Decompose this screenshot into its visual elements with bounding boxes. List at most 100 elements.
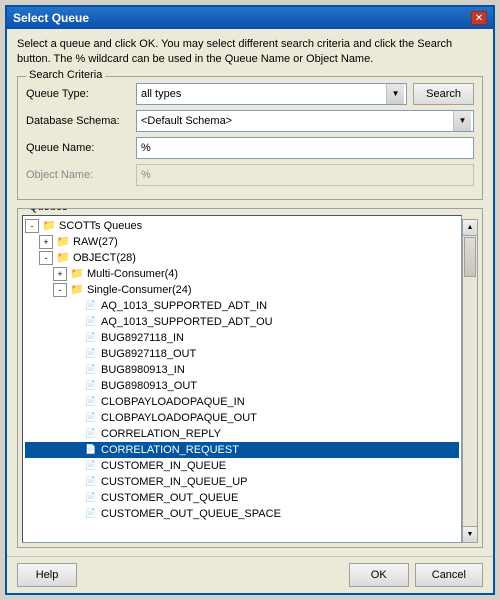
queue-name-row: Queue Name:: [26, 137, 474, 159]
tree-node[interactable]: -📁SCOTTs Queues: [25, 218, 459, 234]
object-name-label: Object Name:: [26, 169, 136, 181]
tree-node-label: CUSTOMER_IN_QUEUE: [101, 460, 226, 472]
tree-node[interactable]: +📁Multi-Consumer(4): [25, 266, 459, 282]
tree-expander-spacer: [67, 459, 81, 473]
tree-expander-spacer: [67, 299, 81, 313]
item-icon: 📄: [83, 444, 99, 456]
select-queue-dialog: Select Queue ✕ Select a queue and click …: [5, 5, 495, 595]
tree-node-label: Multi-Consumer(4): [87, 268, 178, 280]
footer-right-buttons: OK Cancel: [349, 563, 483, 587]
item-icon: 📄: [83, 428, 99, 440]
tree-expander-spacer: [67, 507, 81, 521]
tree-node-label: CLOBPAYLOADOPAQUE_IN: [101, 396, 245, 408]
tree-node[interactable]: 📄CORRELATION_REPLY: [25, 426, 459, 442]
tree-node[interactable]: -📁Single-Consumer(24): [25, 282, 459, 298]
queue-name-label: Queue Name:: [26, 142, 136, 154]
item-icon: 📄: [83, 492, 99, 504]
db-schema-arrow[interactable]: ▼: [453, 111, 471, 131]
tree-node[interactable]: 📄CUSTOMER_IN_QUEUE_UP: [25, 474, 459, 490]
tree-node[interactable]: 📄BUG8980913_IN: [25, 362, 459, 378]
tree-node[interactable]: 📄BUG8927118_OUT: [25, 346, 459, 362]
tree-node-label: CUSTOMER_OUT_QUEUE: [101, 492, 238, 504]
scroll-up-button[interactable]: ▲: [463, 220, 477, 236]
queue-type-select[interactable]: all types ▼: [136, 83, 407, 105]
tree-node[interactable]: 📄CORRELATION_REQUEST: [25, 442, 459, 458]
tree-node-label: BUG8927118_IN: [101, 332, 184, 344]
item-icon: 📄: [83, 460, 99, 472]
queue-tree[interactable]: -📁SCOTTs Queues+📁RAW(27)-📁OBJECT(28)+📁Mu…: [22, 215, 462, 543]
tree-expander-spacer: [67, 347, 81, 361]
item-icon: 📄: [83, 364, 99, 376]
tree-node-label: RAW(27): [73, 236, 118, 248]
object-name-row: Object Name:: [26, 164, 474, 186]
tree-expander-spacer: [67, 315, 81, 329]
queues-group: Queues -📁SCOTTs Queues+📁RAW(27)-📁OBJECT(…: [17, 208, 483, 548]
db-schema-value: <Default Schema>: [139, 115, 453, 127]
item-icon: 📄: [83, 476, 99, 488]
tree-node-label: BUG8927118_OUT: [101, 348, 196, 360]
tree-expander-spacer: [67, 475, 81, 489]
search-criteria-group: Search Criteria Queue Type: all types ▼ …: [17, 76, 483, 200]
item-icon: 📄: [83, 316, 99, 328]
search-criteria-label: Search Criteria: [26, 69, 105, 81]
tree-node[interactable]: 📄CLOBPAYLOADOPAQUE_OUT: [25, 410, 459, 426]
tree-node-label: BUG8980913_IN: [101, 364, 185, 376]
tree-node[interactable]: 📄CLOBPAYLOADOPAQUE_IN: [25, 394, 459, 410]
close-button[interactable]: ✕: [471, 11, 487, 25]
tree-node[interactable]: 📄AQ_1013_SUPPORTED_ADT_IN: [25, 298, 459, 314]
tree-expander-spacer: [67, 491, 81, 505]
tree-node[interactable]: 📄CUSTOMER_OUT_QUEUE_SPACE: [25, 506, 459, 522]
window-body: Select a queue and click OK. You may sel…: [7, 29, 493, 556]
tree-node[interactable]: 📄CUSTOMER_OUT_QUEUE: [25, 490, 459, 506]
tree-expander[interactable]: -: [39, 251, 53, 265]
db-schema-label: Database Schema:: [26, 115, 136, 127]
item-icon: 📄: [83, 300, 99, 312]
tree-expander[interactable]: -: [53, 283, 67, 297]
tree-expander[interactable]: -: [25, 219, 39, 233]
db-schema-select[interactable]: <Default Schema> ▼: [136, 110, 474, 132]
tree-expander-spacer: [67, 427, 81, 441]
ok-button[interactable]: OK: [349, 563, 409, 587]
queue-type-row: Queue Type: all types ▼ Search: [26, 83, 474, 105]
tree-expander[interactable]: +: [39, 235, 53, 249]
tree-expander-spacer: [67, 411, 81, 425]
tree-expander-spacer: [67, 395, 81, 409]
item-icon: 📄: [83, 396, 99, 408]
search-button[interactable]: Search: [413, 83, 474, 105]
cancel-button[interactable]: Cancel: [415, 563, 483, 587]
tree-node-label: AQ_1013_SUPPORTED_ADT_IN: [101, 300, 267, 312]
tree-node[interactable]: -📁OBJECT(28): [25, 250, 459, 266]
folder-icon: 📁: [55, 236, 71, 248]
queue-type-arrow[interactable]: ▼: [386, 84, 404, 104]
tree-node-label: OBJECT(28): [73, 252, 136, 264]
tree-expander[interactable]: +: [53, 267, 67, 281]
folder-icon: 📁: [41, 220, 57, 232]
tree-node[interactable]: 📄CUSTOMER_IN_QUEUE: [25, 458, 459, 474]
item-icon: 📄: [83, 332, 99, 344]
tree-node[interactable]: +📁RAW(27): [25, 234, 459, 250]
tree-node-label: CUSTOMER_IN_QUEUE_UP: [101, 476, 248, 488]
scroll-down-button[interactable]: ▼: [463, 526, 477, 542]
description-text: Select a queue and click OK. You may sel…: [17, 37, 483, 68]
help-button[interactable]: Help: [17, 563, 77, 587]
title-bar: Select Queue ✕: [7, 7, 493, 29]
tree-node-label: AQ_1013_SUPPORTED_ADT_OU: [101, 316, 273, 328]
tree-expander-spacer: [67, 443, 81, 457]
tree-node[interactable]: 📄BUG8927118_IN: [25, 330, 459, 346]
folder-icon: 📁: [69, 268, 85, 280]
tree-node-label: Single-Consumer(24): [87, 284, 192, 296]
tree-node-label: CUSTOMER_OUT_QUEUE_SPACE: [101, 508, 281, 520]
item-icon: 📄: [83, 348, 99, 360]
item-icon: 📄: [83, 508, 99, 520]
tree-node-label: SCOTTs Queues: [59, 220, 142, 232]
queue-name-input[interactable]: [136, 137, 474, 159]
scrollbar: ▲ ▼: [462, 219, 478, 543]
folder-icon: 📁: [69, 284, 85, 296]
db-schema-row: Database Schema: <Default Schema> ▼: [26, 110, 474, 132]
object-name-input[interactable]: [136, 164, 474, 186]
tree-node[interactable]: 📄AQ_1013_SUPPORTED_ADT_OU: [25, 314, 459, 330]
scroll-thumb[interactable]: [464, 237, 476, 277]
tree-node-label: CORRELATION_REPLY: [101, 428, 221, 440]
tree-node[interactable]: 📄BUG8980913_OUT: [25, 378, 459, 394]
tree-expander-spacer: [67, 363, 81, 377]
